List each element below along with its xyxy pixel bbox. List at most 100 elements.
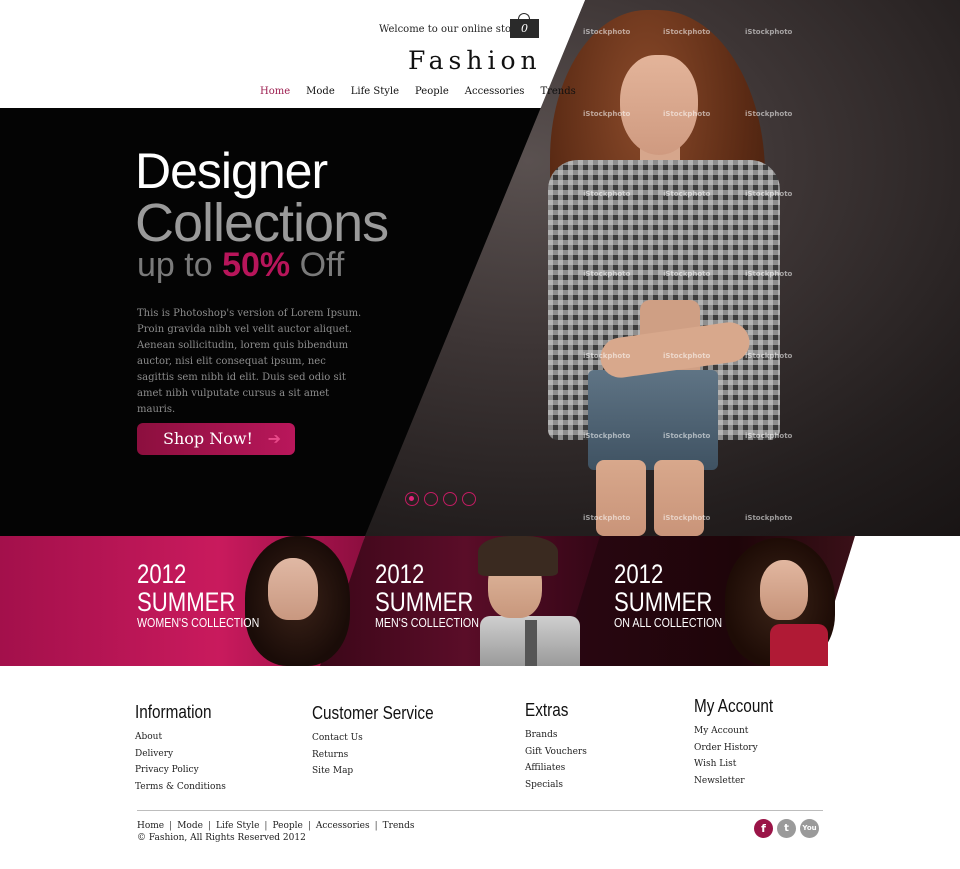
separator: | — [169, 821, 173, 831]
footer-link-newsletter[interactable]: Newsletter — [694, 773, 787, 790]
footer-link-my-account[interactable]: My Account — [694, 723, 787, 740]
watermark: iStockphoto — [745, 352, 793, 360]
banner-all-text: 2012 SUMMER ON ALL COLLECTION — [614, 560, 746, 630]
watermark: iStockphoto — [583, 270, 631, 278]
all-model-face — [760, 560, 808, 620]
footer-link-contact[interactable]: Contact Us — [312, 730, 455, 747]
footer-link-affiliates[interactable]: Affiliates — [525, 760, 587, 777]
watermark: iStockphoto — [745, 110, 793, 118]
footer-link-gift-vouchers[interactable]: Gift Vouchers — [525, 744, 587, 761]
watermark: iStockphoto — [663, 514, 711, 522]
copyright-text: © Fashion, All Rights Reserved 2012 — [137, 833, 306, 843]
offer-suffix: Off — [290, 246, 345, 284]
mens-model-tie — [525, 620, 537, 666]
footer-nav: Home | Mode | Life Style | People | Accessor… — [137, 821, 414, 831]
nav-accessories[interactable]: Accessories — [465, 86, 525, 97]
watermark: iStockphoto — [745, 514, 793, 522]
hero-offer: up to 50% Off — [137, 246, 344, 285]
nav-people[interactable]: People — [415, 86, 449, 97]
model-face — [620, 55, 698, 155]
model-leg — [596, 460, 646, 536]
youtube-icon[interactable]: You — [800, 819, 819, 838]
separator: | — [264, 821, 268, 831]
arrow-right-icon: ➔ — [267, 429, 281, 448]
model-leg — [654, 460, 704, 536]
footer-link-about[interactable]: About — [135, 729, 226, 746]
watermark: iStockphoto — [663, 270, 711, 278]
watermark: iStockphoto — [583, 514, 631, 522]
footer-link-terms[interactable]: Terms & Conditions — [135, 779, 226, 796]
watermark: iStockphoto — [583, 432, 631, 440]
slider-pagination — [405, 492, 476, 506]
banner-year: 2012 — [375, 559, 425, 589]
offer-percent: 50% — [222, 246, 291, 284]
all-model-dress — [770, 624, 828, 666]
footer-link-returns[interactable]: Returns — [312, 747, 455, 764]
watermark: iStockphoto — [663, 28, 711, 36]
slider-dot-3[interactable] — [443, 492, 457, 506]
footer-column-title: My Account — [694, 696, 774, 716]
facebook-icon[interactable]: f — [754, 819, 773, 838]
banner-title: SUMMER — [375, 587, 474, 617]
footer-nav-life-style[interactable]: Life Style — [216, 821, 259, 831]
separator: | — [207, 821, 211, 831]
shop-now-button[interactable]: Shop Now! ➔ — [137, 423, 295, 455]
footer-link-brands[interactable]: Brands — [525, 727, 587, 744]
nav-life-style[interactable]: Life Style — [351, 86, 399, 97]
footer-link-sitemap[interactable]: Site Map — [312, 763, 455, 780]
slider-dot-2[interactable] — [424, 492, 438, 506]
footer-link-wish-list[interactable]: Wish List — [694, 756, 787, 773]
watermark: iStockphoto — [745, 270, 793, 278]
banner-mens-text: 2012 SUMMER MEN'S COLLECTION — [375, 560, 502, 630]
watermark: iStockphoto — [583, 28, 631, 36]
banner-subtitle: MEN'S COLLECTION — [375, 615, 479, 630]
footer-column-customer-service: Customer Service Contact Us Returns Site… — [312, 703, 455, 780]
offer-prefix: up to — [137, 246, 223, 284]
footer-column-my-account: My Account My Account Order History Wish… — [694, 696, 787, 789]
footer-column-information: Information About Delivery Privacy Polic… — [135, 702, 226, 795]
separator: | — [374, 821, 378, 831]
model-denim-shorts — [588, 370, 718, 470]
hero-description: This is Photoshop's version of Lorem Ips… — [137, 308, 362, 415]
separator: | — [307, 821, 311, 831]
watermark: iStockphoto — [663, 432, 711, 440]
footer-column-title: Customer Service — [312, 703, 434, 723]
slider-dot-4[interactable] — [462, 492, 476, 506]
slider-dot-1[interactable] — [405, 492, 419, 506]
footer-link-specials[interactable]: Specials — [525, 777, 587, 794]
welcome-text: Welcome to our online store! — [379, 24, 526, 35]
banner-title: SUMMER — [137, 587, 236, 617]
banner-year: 2012 — [614, 559, 664, 589]
cart-bag-icon[interactable]: 0 — [510, 19, 539, 38]
main-nav: Home Mode Life Style People Accessories … — [260, 86, 576, 97]
banner-subtitle: ON ALL COLLECTION — [614, 615, 723, 630]
twitter-icon[interactable]: t — [777, 819, 796, 838]
banner-year: 2012 — [137, 559, 187, 589]
footer-column-title: Extras — [525, 700, 569, 720]
footer-column-extras: Extras Brands Gift Vouchers Affiliates S… — [525, 700, 587, 793]
nav-trends[interactable]: Trends — [540, 86, 575, 97]
watermark: iStockphoto — [663, 352, 711, 360]
banner-subtitle: WOMEN'S COLLECTION — [137, 615, 260, 630]
footer-nav-accessories[interactable]: Accessories — [316, 821, 370, 831]
footer-link-privacy[interactable]: Privacy Policy — [135, 762, 226, 779]
nav-mode[interactable]: Mode — [306, 86, 335, 97]
footer-divider — [137, 810, 823, 811]
footer-nav-people[interactable]: People — [272, 821, 302, 831]
watermark: iStockphoto — [583, 190, 631, 198]
footer-nav-trends[interactable]: Trends — [383, 821, 415, 831]
watermark: iStockphoto — [745, 190, 793, 198]
footer-link-order-history[interactable]: Order History — [694, 740, 787, 757]
nav-home[interactable]: Home — [260, 86, 290, 97]
watermark: iStockphoto — [583, 110, 631, 118]
footer-nav-home[interactable]: Home — [137, 821, 164, 831]
site-logo[interactable]: Fashion — [408, 46, 542, 75]
watermark: iStockphoto — [663, 190, 711, 198]
hero-headline-2: Collections — [135, 193, 389, 253]
collection-banners: 2012 SUMMER WOMEN'S COLLECTION 2012 SUMM… — [0, 536, 960, 666]
banner-womens-text: 2012 SUMMER WOMEN'S COLLECTION — [137, 560, 286, 630]
banner-title: SUMMER — [614, 587, 713, 617]
watermark: iStockphoto — [745, 432, 793, 440]
footer-nav-mode[interactable]: Mode — [177, 821, 203, 831]
footer-link-delivery[interactable]: Delivery — [135, 746, 226, 763]
